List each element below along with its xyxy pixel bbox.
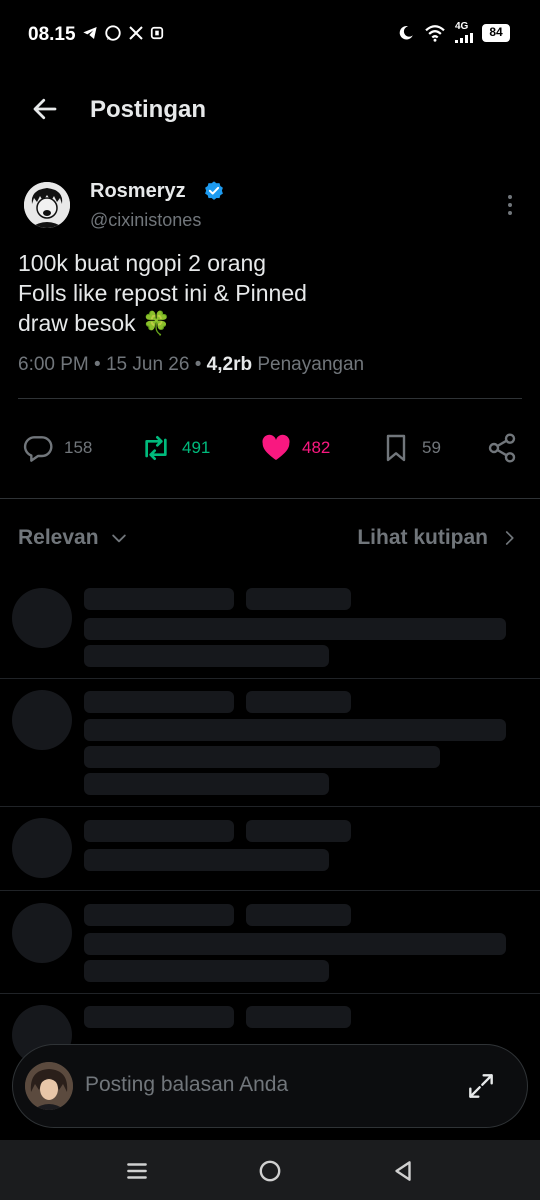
repost-button[interactable]: 491 [140,426,210,470]
bookmark-icon [386,434,406,462]
views-label[interactable]: Penayangan [257,354,364,375]
expand-composer-button[interactable] [465,1070,497,1102]
app-icon [150,26,164,40]
meta-separator: • [94,354,106,375]
post-text-line: draw besok 🍀 [18,310,171,336]
repost-icon [145,436,167,460]
wifi-icon [425,24,445,42]
skeleton-line [84,588,234,610]
view-quotes-label: Lihat kutipan [357,526,488,549]
chevron-down-icon [111,534,126,543]
system-navigation-bar [0,1140,540,1200]
verified-badge-icon [205,181,223,200]
skeleton-line [84,746,440,768]
back-nav-button[interactable] [390,1158,416,1184]
battery-icon: 84 [482,23,510,42]
skeleton-line [246,691,351,713]
home-button[interactable] [257,1158,283,1184]
author-avatar[interactable] [24,182,70,228]
skeleton-line [84,933,506,955]
back-triangle-icon [395,1161,411,1181]
divider [0,890,540,891]
notification-icons [82,24,164,42]
post-meta: 6:00 PM • 15 Jun 26 • 4,2rb Penayangan [18,354,364,376]
more-options-button[interactable] [498,192,522,218]
skeleton-avatar [12,818,72,878]
status-time: 08.15 [28,24,76,45]
divider [0,993,540,994]
page-title: Postingan [90,96,207,123]
author-handle[interactable]: @cixinistones [90,210,201,231]
skeleton-line [84,773,329,795]
bookmark-count: 59 [422,438,441,457]
divider [0,498,540,499]
divider [18,398,522,399]
skeleton-line [84,719,506,741]
view-quotes-link[interactable]: Lihat kutipan [357,526,518,550]
like-count: 482 [302,438,331,457]
reply-input[interactable]: Posting balasan Anda [85,1073,288,1097]
sort-dropdown[interactable]: Relevan [18,526,129,550]
meta-separator: • [194,354,207,375]
replies-sort-bar: Relevan Lihat kutipan [0,518,540,562]
skeleton-line [84,645,329,667]
top-bar: Postingan [0,80,540,140]
post-date[interactable]: 15 Jun 26 [106,354,189,375]
sort-label: Relevan [18,526,99,549]
status-bar: 08.15 4G 84 [0,0,540,70]
moon-icon [399,25,413,40]
skeleton-line [84,904,234,926]
skeleton-avatar [12,588,72,648]
divider [0,806,540,807]
skeleton-line [84,1006,234,1028]
share-icon [488,433,516,463]
network-type: 4G [455,21,469,32]
back-button[interactable] [30,94,66,124]
skeleton-line [246,820,351,842]
expand-icon [469,1074,493,1098]
author-name[interactable]: Rosmeryz [90,180,186,203]
post-text-line: Folls like repost ini & Pinned [18,280,307,306]
share-button[interactable] [486,426,518,470]
post-actions: 158 491 482 59 [0,426,540,470]
repost-count: 491 [182,438,211,457]
skeleton-avatar [12,690,72,750]
system-icons: 4G 84 [397,22,510,43]
signal-icon [455,33,473,43]
reply-composer[interactable]: Posting balasan Anda [12,1044,528,1128]
recent-apps-button[interactable] [124,1158,150,1184]
avatar-image [24,182,70,228]
skeleton-line [84,691,234,713]
more-vertical-icon [508,195,512,215]
skeleton-line [246,588,351,610]
skeleton-line [246,904,351,926]
chevron-right-icon [505,531,514,545]
telegram-icon [83,27,97,39]
reply-count: 158 [64,438,93,457]
signal-indicator: 4G [455,22,473,43]
user-avatar-image [25,1062,73,1110]
menu-icon [127,1163,147,1179]
reply-icon [23,436,53,462]
post-text-line: 100k buat ngopi 2 orang [18,250,267,276]
home-circle-icon [259,1160,281,1182]
post-time[interactable]: 6:00 PM [18,354,89,375]
post-text: 100k buat ngopi 2 orang Folls like repos… [18,248,518,338]
arrow-left-icon [33,98,57,120]
skeleton-line [84,960,329,982]
x-icon [129,26,143,40]
skeleton-avatar [12,903,72,963]
skeleton-line [246,1006,351,1028]
views-count: 4,2rb [206,354,253,375]
skeleton-line [84,618,506,640]
divider [0,678,540,679]
skeleton-line [84,820,234,842]
user-avatar [25,1062,73,1110]
skeleton-line [84,849,329,871]
reply-button[interactable]: 158 [22,426,92,470]
whatsapp-icon [105,25,121,41]
like-button[interactable]: 482 [260,426,330,470]
bookmark-button[interactable]: 59 [380,426,441,470]
heart-icon [262,434,290,460]
